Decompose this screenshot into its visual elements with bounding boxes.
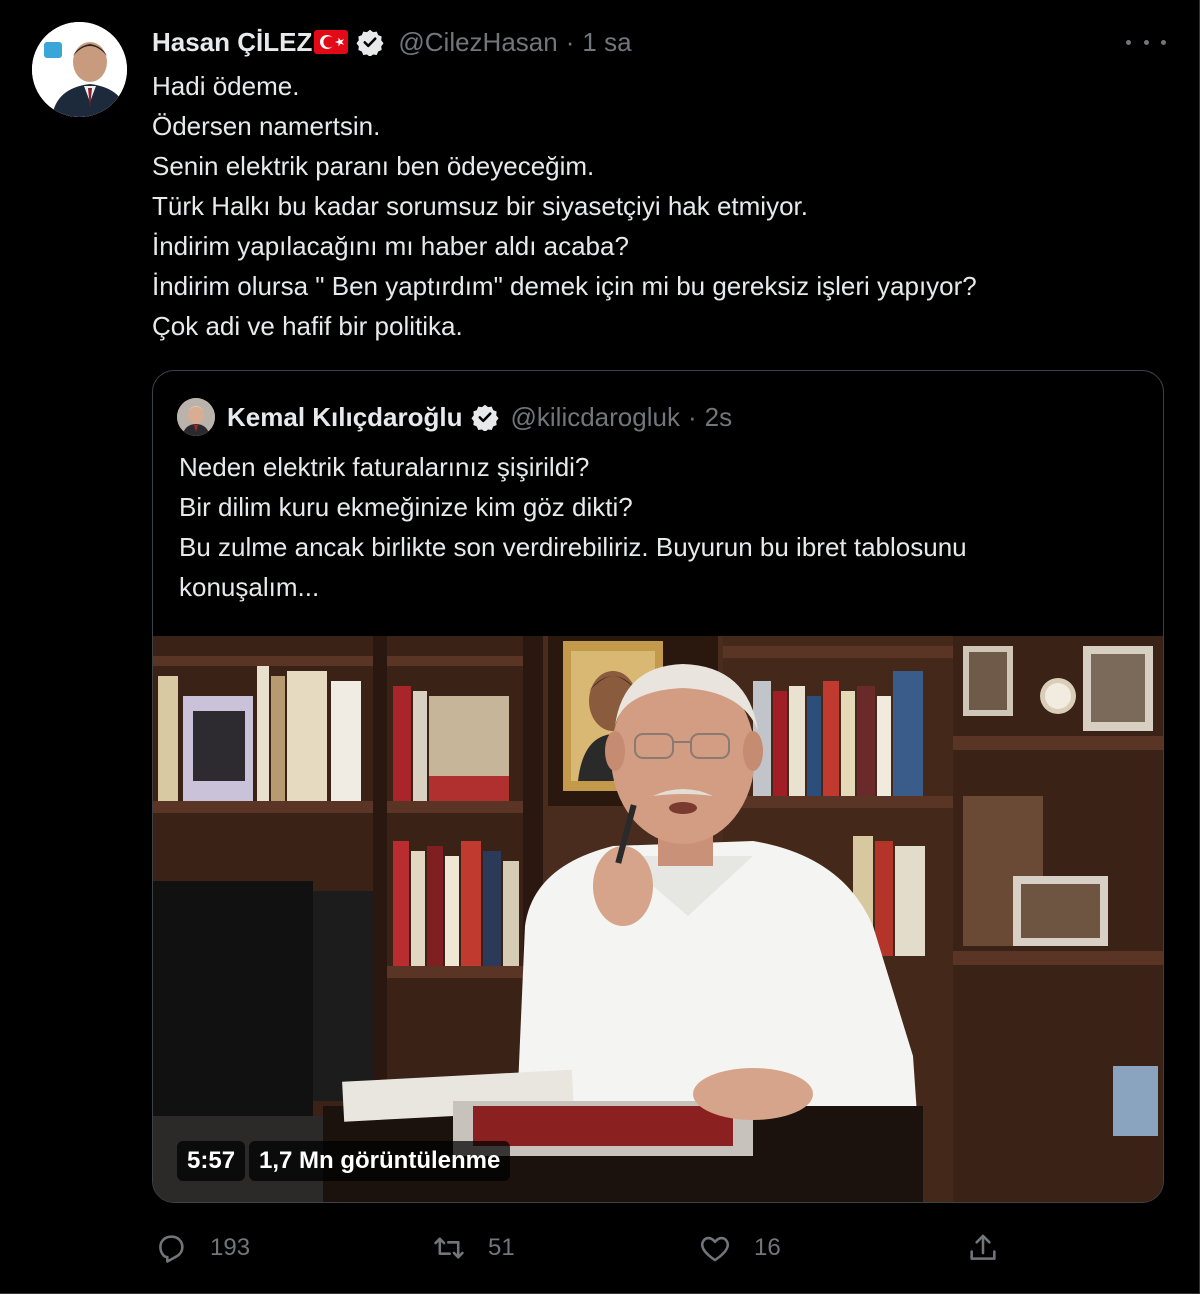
video-views-badge: 1,7 Mn görüntülenme (249, 1141, 511, 1181)
quoted-author-handle[interactable]: @kilicdarogluk (511, 402, 680, 433)
verified-icon (470, 404, 499, 431)
retweet-icon (434, 1237, 464, 1259)
share-button[interactable] (966, 1228, 1022, 1268)
video-duration-badge: 5:57 (177, 1141, 246, 1181)
quoted-tweet[interactable]: Kemal Kılıçdaroğlu @kilicdarogluk · 2s N… (152, 370, 1164, 1203)
tweet-card[interactable]: Hasan ÇİLEZ @CilezHasan · 1 sa Hadi ödem… (0, 0, 1200, 1294)
quoted-tweet-header: Kemal Kılıçdaroğlu @kilicdarogluk · 2s (177, 397, 732, 437)
like-count: 16 (754, 1234, 781, 1261)
verified-icon (356, 28, 384, 57)
tweet-line: İndirim yapılacağını mı haber aldı acaba… (152, 231, 629, 261)
quoted-tweet-line: Bir dilim kuru ekmeğinize kim göz dikti? (179, 492, 633, 522)
turkey-flag-icon (314, 30, 349, 54)
tweet-line: Hadi ödeme. (152, 71, 300, 101)
quoted-tweet-text: Neden elektrik faturalarınız şişirildi? … (179, 447, 1139, 607)
author-avatar[interactable] (32, 22, 127, 117)
retweet-count: 51 (488, 1234, 515, 1261)
reply-icon (159, 1235, 184, 1263)
tweet-line: Senin elektrik paranı ben ödeyeceğim. (152, 151, 595, 181)
video-thumbnail (153, 636, 1163, 1202)
header-separator: · (565, 26, 575, 57)
tweet-text: Hadi ödeme. Ödersen namertsin. Senin ele… (152, 66, 1162, 346)
quoted-tweet-line: Bu zulme ancak birlikte son verdirebilir… (179, 532, 967, 562)
tweet-line: İndirim olursa " Ben yaptırdım" demek iç… (152, 271, 977, 301)
reply-button[interactable]: 193 (154, 1228, 250, 1268)
quoted-tweet-time[interactable]: 2s (705, 402, 732, 433)
author-name[interactable]: Hasan ÇİLEZ (152, 27, 312, 58)
more-icon[interactable] (1126, 28, 1166, 56)
quoted-tweet-line: Neden elektrik faturalarınız şişirildi? (179, 452, 590, 482)
tweet-line: Ödersen namertsin. (152, 111, 381, 141)
like-icon (701, 1236, 729, 1262)
quoted-header-separator: · (687, 401, 697, 432)
tweet-line: Türk Halkı bu kadar sorumsuz bir siyaset… (152, 191, 808, 221)
video-player[interactable]: 5:57 1,7 Mn görüntülenme (153, 636, 1163, 1202)
quoted-author-name[interactable]: Kemal Kılıçdaroğlu (227, 402, 463, 433)
reply-count: 193 (210, 1234, 251, 1261)
author-handle[interactable]: @CilezHasan (398, 27, 557, 58)
like-button[interactable]: 16 (698, 1228, 781, 1268)
quoted-author-avatar[interactable] (177, 398, 215, 436)
share-icon (970, 1234, 996, 1260)
quoted-tweet-line: konuşalım... (179, 572, 320, 602)
retweet-button[interactable]: 51 (432, 1228, 515, 1268)
tweet-line: Çok adi ve hafif bir politika. (152, 311, 463, 341)
tweet-header: Hasan ÇİLEZ @CilezHasan · 1 sa (152, 24, 632, 60)
tweet-time[interactable]: 1 sa (582, 27, 631, 58)
